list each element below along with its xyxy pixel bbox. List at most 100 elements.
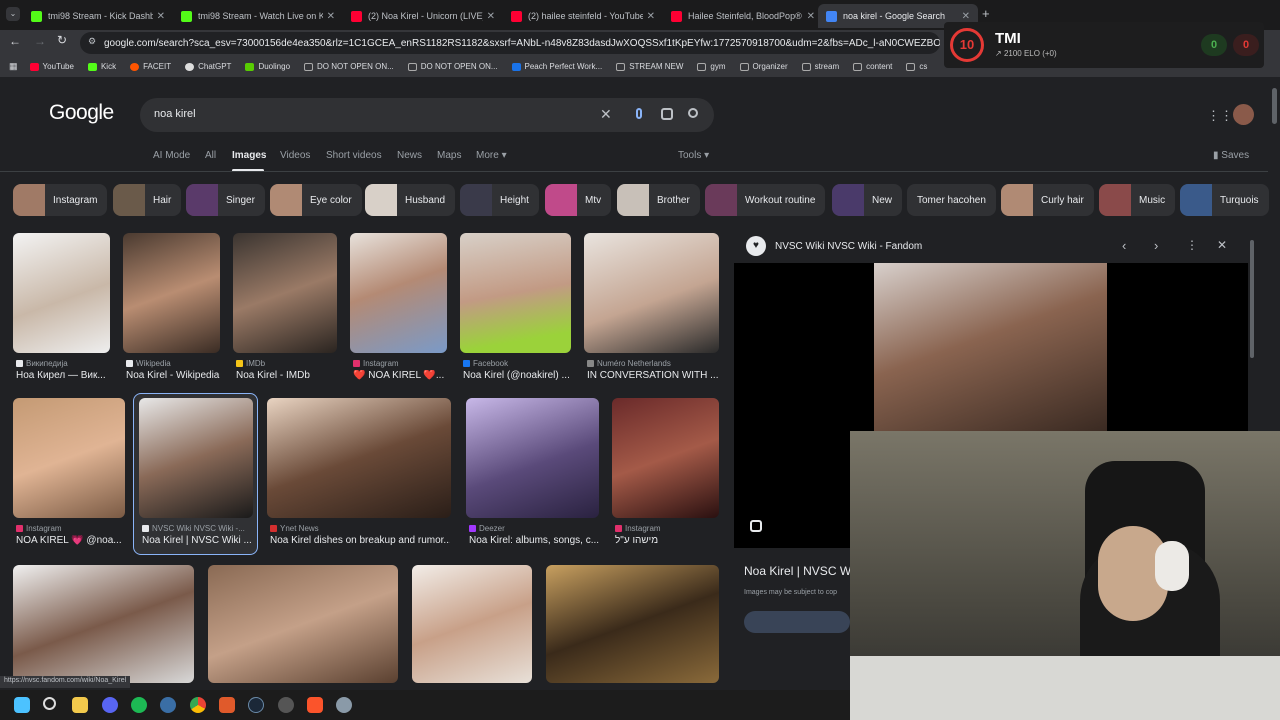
tab-close-icon[interactable]: ✕ (643, 11, 655, 22)
bookmark-folder-gym[interactable]: gym (697, 62, 726, 71)
filter-chip[interactable]: Curly hair (1001, 184, 1094, 216)
spotify-icon[interactable] (131, 697, 147, 713)
search-icon[interactable] (688, 108, 698, 118)
browser-tab[interactable]: tmi98 Stream - Watch Live on K ✕ (173, 4, 343, 28)
bookmark-folder-stream-new[interactable]: STREAM NEW (616, 62, 683, 71)
panel-title[interactable]: Noa Kirel | NVSC Wi (744, 564, 854, 578)
forward-icon[interactable]: → (34, 34, 46, 48)
result-image[interactable] (460, 233, 571, 353)
bookmark-chatgpt[interactable]: ChatGPT (185, 62, 231, 71)
back-icon[interactable]: ← (9, 34, 21, 48)
filter-chip[interactable]: Singer (186, 184, 265, 216)
result-image[interactable] (139, 398, 253, 518)
google-apps-icon[interactable]: ⋮⋮ (1207, 108, 1233, 124)
nav-all[interactable]: All (205, 150, 216, 161)
result-image[interactable] (546, 565, 719, 683)
result-source[interactable]: Instagram (16, 524, 62, 533)
nav-news[interactable]: News (397, 150, 422, 161)
result-source[interactable]: Numéro Netherlands (587, 359, 671, 368)
steam-icon[interactable] (248, 697, 264, 713)
result-caption[interactable]: NOA KIREL 💗 @noa... (16, 535, 128, 546)
result-source[interactable]: NVSC Wiki NVSC Wiki -... (142, 524, 245, 533)
bookmark-folder-2[interactable]: DO NOT OPEN ON... (407, 62, 498, 71)
filter-chip[interactable]: Mtv (545, 184, 612, 216)
more-options-icon[interactable]: ⋮ (1186, 238, 1198, 252)
search-input[interactable]: noa kirel (154, 108, 196, 120)
result-caption[interactable]: Noa Kirel (@noakirel) ... (463, 370, 573, 381)
result-image[interactable] (123, 233, 220, 353)
app-icon[interactable] (219, 697, 235, 713)
app-icon[interactable] (278, 697, 294, 713)
visit-button[interactable] (744, 611, 850, 633)
result-image[interactable] (208, 565, 398, 683)
nav-videos[interactable]: Videos (280, 150, 310, 161)
filter-chip[interactable]: Eye color (270, 184, 362, 216)
filter-chip[interactable]: Tomer hacohen (907, 184, 996, 216)
filter-chip[interactable]: Brother (617, 184, 700, 216)
lens-search-icon[interactable] (750, 520, 762, 532)
bookmark-folder-cs[interactable]: cs (906, 62, 927, 71)
file-explorer-icon[interactable] (72, 697, 88, 713)
browser-tab[interactable]: (2) hailee steinfeld - YouTube ✕ (503, 4, 663, 28)
bookmark-folder-stream[interactable]: stream (801, 62, 839, 71)
result-caption[interactable]: מישהו ע"ל (615, 535, 719, 546)
preview-image[interactable] (874, 263, 1107, 431)
bookmark-folder-organizer[interactable]: Organizer (739, 62, 788, 71)
browser-tab[interactable]: tmi98 Stream - Kick Dashboard✕ (23, 4, 173, 28)
nav-short-videos[interactable]: Short videos (326, 150, 382, 161)
bookmark-youtube[interactable]: YouTube (29, 62, 74, 71)
google-logo[interactable]: Google (49, 101, 114, 125)
search-box[interactable]: noa kirel ✕ (140, 98, 714, 132)
bookmark-peach[interactable]: Peach Perfect Work... (511, 62, 602, 71)
reload-icon[interactable]: ↻ (57, 33, 67, 47)
tools-button[interactable]: Tools ▾ (678, 150, 709, 161)
result-caption[interactable]: Noa Kirel | NVSC Wiki ... (142, 535, 254, 546)
filter-chip[interactable]: Workout routine (705, 184, 826, 216)
bookmark-kick[interactable]: Kick (87, 62, 116, 71)
bookmark-folder-content[interactable]: content (853, 62, 892, 71)
filter-chip[interactable]: New (832, 184, 903, 216)
app-icon[interactable] (160, 697, 176, 713)
nav-images[interactable]: Images (232, 150, 266, 161)
result-source[interactable]: Deezer (469, 524, 505, 533)
panel-source[interactable]: NVSC Wiki NVSC Wiki - Fandom (775, 241, 922, 252)
saves-button[interactable]: ▮ Saves (1213, 150, 1249, 161)
result-image[interactable] (350, 233, 447, 353)
settings-icon[interactable] (336, 697, 352, 713)
bookmark-duolingo[interactable]: Duolingo (245, 62, 290, 71)
bookmark-folder-1[interactable]: DO NOT OPEN ON... (304, 62, 394, 71)
result-caption[interactable]: Noa Kirel: albums, songs, c... (469, 535, 599, 546)
result-source[interactable]: IMDb (236, 359, 265, 368)
result-image[interactable] (233, 233, 337, 353)
site-info-icon[interactable]: ⚙ (88, 36, 96, 47)
result-source[interactable]: Wikipedia (126, 359, 171, 368)
windows-start-icon[interactable] (14, 697, 30, 713)
lens-icon[interactable] (661, 108, 673, 120)
address-bar[interactable]: ⚙ google.com/search?sca_esv=73000156de4e… (80, 32, 940, 54)
result-source[interactable]: Instagram (353, 359, 399, 368)
taskbar-search-icon[interactable] (43, 697, 56, 710)
new-tab-icon[interactable]: + (982, 6, 990, 21)
page-scrollbar[interactable] (1272, 88, 1277, 124)
result-source[interactable]: Instagram (615, 524, 661, 533)
filter-chip[interactable]: Instagram (13, 184, 108, 216)
next-icon[interactable]: › (1154, 238, 1158, 253)
voice-search-icon[interactable] (636, 108, 642, 119)
tab-close-icon[interactable]: ✕ (153, 11, 165, 22)
result-image[interactable] (13, 565, 194, 683)
filter-chip[interactable]: Height (460, 184, 539, 216)
result-source[interactable]: Facebook (463, 359, 508, 368)
browser-tab[interactable]: Hailee Steinfeld, BloodPop® - ✕ (663, 4, 823, 28)
avatar[interactable] (1233, 104, 1254, 125)
result-image[interactable] (584, 233, 719, 353)
chrome-icon[interactable] (190, 697, 206, 713)
brave-icon[interactable] (307, 697, 323, 713)
result-caption[interactable]: Ноа Кирел — Вик... (16, 370, 116, 381)
browser-tab[interactable]: (2) Noa Kirel - Unicorn (LIVE) | ✕ (343, 4, 503, 28)
result-caption[interactable]: Noa Kirel - Wikipedia (126, 370, 226, 381)
prev-icon[interactable]: ‹ (1122, 238, 1126, 253)
result-source[interactable]: Ynet News (270, 524, 319, 533)
result-image[interactable] (267, 398, 451, 518)
tab-close-icon[interactable]: ✕ (483, 11, 495, 22)
result-caption[interactable]: IN CONVERSATION WITH ... (587, 370, 719, 381)
